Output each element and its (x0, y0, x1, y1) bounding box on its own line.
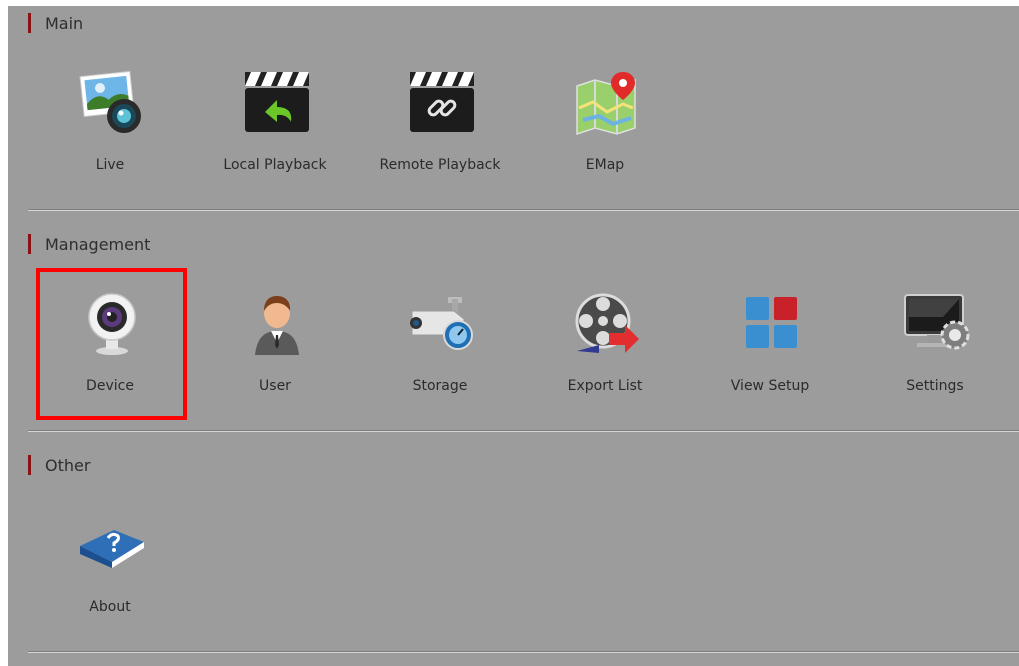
map-pin-icon (573, 68, 641, 136)
section-marker (28, 13, 31, 33)
remote-playback-label: Remote Playback (379, 157, 501, 173)
section-header-main: Main (28, 13, 83, 33)
main-menu-panel: Main Live Local Playback Remote Playback… (8, 6, 1019, 666)
section-header-management: Management (28, 234, 150, 254)
section-title-main: Main (45, 13, 84, 33)
view-setup-label: View Setup (730, 378, 810, 394)
settings-label: Settings (906, 378, 964, 394)
settings-button[interactable]: Settings (862, 275, 1008, 415)
export-list-label: Export List (567, 378, 643, 394)
film-reel-export-icon (573, 289, 641, 357)
photo-camera-icon (78, 68, 146, 136)
device-button[interactable]: Device (37, 275, 183, 415)
export-list-button[interactable]: Export List (532, 275, 678, 415)
about-label: About (89, 599, 131, 615)
grid-layout-icon (738, 289, 806, 357)
user-label: User (259, 378, 291, 394)
section-title-other: Other (45, 455, 91, 475)
live-button[interactable]: Live (37, 54, 183, 194)
remote-playback-button[interactable]: Remote Playback (367, 54, 513, 194)
about-button[interactable]: About (37, 496, 183, 636)
storage-label: Storage (412, 378, 468, 394)
section-divider (28, 209, 1019, 211)
section-divider (28, 651, 1019, 653)
user-person-icon (243, 289, 311, 357)
emap-button[interactable]: EMap (532, 54, 678, 194)
help-book-icon (78, 510, 146, 578)
section-header-other: Other (28, 455, 90, 475)
section-marker (28, 455, 31, 475)
live-label: Live (95, 157, 125, 173)
device-label: Device (86, 378, 134, 394)
section-divider (28, 430, 1019, 432)
local-playback-label: Local Playback (223, 157, 327, 173)
cctv-camera-gauge-icon (408, 289, 476, 357)
clapperboard-link-icon (408, 68, 476, 136)
local-playback-button[interactable]: Local Playback (202, 54, 348, 194)
section-title-management: Management (45, 234, 151, 254)
section-marker (28, 234, 31, 254)
view-setup-button[interactable]: View Setup (697, 275, 843, 415)
webcam-icon (78, 289, 146, 357)
user-button[interactable]: User (202, 275, 348, 415)
storage-button[interactable]: Storage (367, 275, 513, 415)
clapperboard-back-arrow-icon (243, 68, 311, 136)
monitor-gear-icon (903, 289, 971, 357)
emap-label: EMap (585, 157, 625, 173)
